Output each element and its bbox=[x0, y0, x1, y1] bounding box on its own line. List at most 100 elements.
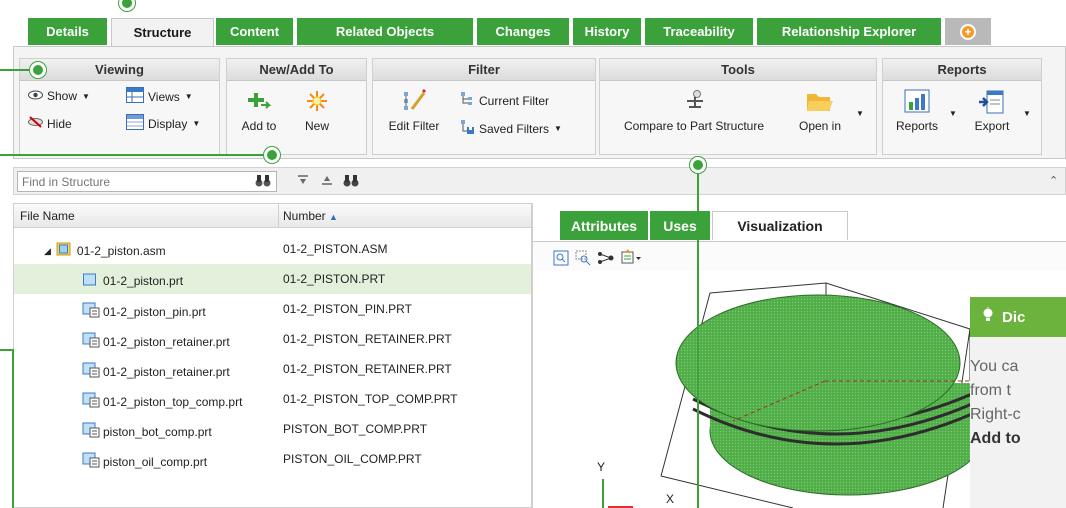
binoculars-icon[interactable] bbox=[255, 173, 271, 191]
viewing-group: Viewing Show ▼ Hide Views ▼ Display ▼ bbox=[19, 58, 220, 155]
group-title: Filter bbox=[373, 59, 595, 81]
views-button[interactable]: Views ▼ bbox=[126, 87, 193, 106]
table-row[interactable]: 01-2_piston_retainer.prt 01-2_PISTON_RET… bbox=[14, 354, 531, 384]
tab-label: History bbox=[584, 24, 630, 39]
part-icon bbox=[82, 272, 103, 290]
column-header-number[interactable]: Number ▲ bbox=[283, 209, 338, 223]
chevron-down-icon[interactable]: ▼ bbox=[949, 109, 957, 118]
compare-label: Compare to Part Structure bbox=[623, 119, 765, 133]
part-document-icon bbox=[82, 362, 103, 381]
row-name: 01-2_piston_retainer.prt bbox=[82, 362, 230, 381]
axis-x-label: X bbox=[666, 492, 674, 506]
table-row[interactable]: piston_bot_comp.prt PISTON_BOT_COMP.PRT bbox=[14, 414, 531, 444]
did-you-know-card: Dic You ca from t Right-c Add to bbox=[970, 297, 1066, 508]
new-button[interactable]: New bbox=[297, 89, 337, 133]
export-button[interactable]: Export bbox=[967, 89, 1017, 133]
chevron-down-icon: ▼ bbox=[554, 124, 562, 133]
callout-dot bbox=[264, 147, 280, 163]
table-row[interactable]: ◢ 01-2_piston.asm 01-2_PISTON.ASM bbox=[14, 234, 531, 264]
tip-title: Dic bbox=[1002, 308, 1026, 326]
edit-filter-icon bbox=[381, 88, 447, 113]
tab-relationship-explorer[interactable]: Relationship Explorer bbox=[757, 18, 943, 45]
bar-chart-icon bbox=[891, 89, 943, 113]
tab-attributes[interactable]: Attributes bbox=[560, 211, 648, 240]
eye-hidden-icon bbox=[28, 116, 43, 131]
collapse-up-icon[interactable]: ⌃ bbox=[1049, 174, 1058, 187]
filter-down-icon[interactable] bbox=[297, 174, 309, 189]
tab-visualization[interactable]: Visualization bbox=[712, 211, 848, 240]
column-header-file-name[interactable]: File Name bbox=[20, 209, 75, 223]
eye-icon bbox=[28, 89, 43, 103]
tree-header: File Name Number ▲ bbox=[14, 204, 531, 228]
group-title: Viewing bbox=[20, 59, 219, 81]
zoom-window-icon[interactable] bbox=[575, 250, 591, 269]
tip-line-bold: Add to bbox=[970, 430, 1021, 447]
tab-content[interactable]: Content bbox=[216, 18, 295, 45]
view-options-icon[interactable] bbox=[621, 249, 643, 268]
file-number: 01-2_PISTON_PIN.PRT bbox=[283, 302, 412, 316]
export-label: Export bbox=[974, 119, 1010, 133]
filter-up-icon[interactable] bbox=[321, 174, 333, 189]
table-row[interactable]: 01-2_piston_pin.prt 01-2_PISTON_PIN.PRT bbox=[14, 294, 531, 324]
hide-button[interactable]: Hide bbox=[28, 116, 72, 131]
ribbon-toolbar: Viewing Show ▼ Hide Views ▼ Display ▼ New/A… bbox=[13, 46, 1066, 159]
tab-traceability[interactable]: Traceability bbox=[645, 18, 755, 45]
views-label: Views bbox=[148, 89, 180, 104]
file-name: 01-2_piston.prt bbox=[103, 274, 184, 288]
compare-to-part-structure-button[interactable]: Compare to Part Structure bbox=[606, 89, 782, 133]
structure-tree-panel: File Name Number ▲ ◢ 01-2_piston.asm 01-… bbox=[13, 203, 532, 508]
table-row[interactable]: 01-2_piston_retainer.prt 01-2_PISTON_RET… bbox=[14, 324, 531, 354]
display-label: Display bbox=[148, 116, 188, 131]
reports-group: Reports Reports ▼ Export ▼ bbox=[882, 58, 1042, 155]
plus-icon: + bbox=[960, 23, 976, 40]
reports-button[interactable]: Reports bbox=[891, 89, 943, 133]
table-row[interactable]: piston_oil_comp.prt PISTON_OIL_COMP.PRT bbox=[14, 444, 531, 474]
tab-details[interactable]: Details bbox=[28, 18, 109, 45]
callout-line bbox=[12, 349, 14, 508]
part-document-icon bbox=[82, 422, 103, 441]
saved-filters-button[interactable]: Saved Filters ▼ bbox=[459, 119, 562, 138]
file-name: 01-2_piston_retainer.prt bbox=[103, 364, 230, 379]
hide-label: Hide bbox=[47, 116, 72, 131]
tab-label: Content bbox=[229, 24, 280, 39]
tab-label: Structure bbox=[133, 25, 192, 40]
display-button[interactable]: Display ▼ bbox=[126, 114, 200, 133]
add-to-button[interactable]: Add to bbox=[235, 89, 283, 133]
tab-label: Related Objects bbox=[335, 24, 435, 39]
file-number: 01-2_PISTON_RETAINER.PRT bbox=[283, 362, 452, 376]
tab-changes[interactable]: Changes bbox=[477, 18, 571, 45]
current-filter-button[interactable]: Current Filter bbox=[459, 91, 549, 110]
collapse-triangle-icon[interactable]: ◢ bbox=[44, 246, 51, 257]
chevron-down-icon[interactable]: ▼ bbox=[856, 109, 864, 118]
edit-filter-button[interactable]: Edit Filter bbox=[381, 88, 447, 133]
find-all-binoculars-icon[interactable] bbox=[342, 172, 360, 191]
tab-history[interactable]: History bbox=[573, 18, 643, 45]
add-tab-button[interactable]: + bbox=[945, 18, 993, 45]
zoom-fit-icon[interactable] bbox=[553, 250, 569, 269]
tab-label: Visualization bbox=[737, 218, 823, 234]
tab-structure[interactable]: Structure bbox=[111, 18, 214, 46]
find-in-structure-input[interactable] bbox=[17, 171, 277, 192]
structure-graph-icon[interactable] bbox=[597, 250, 615, 269]
callout-dot bbox=[690, 157, 706, 173]
chevron-down-icon: ▼ bbox=[184, 92, 193, 101]
chevron-down-icon[interactable]: ▼ bbox=[1023, 109, 1031, 118]
sort-ascending-icon: ▲ bbox=[329, 212, 338, 222]
show-button[interactable]: Show ▼ bbox=[28, 89, 90, 103]
open-in-button[interactable]: Open in bbox=[790, 89, 850, 133]
tab-label: Relationship Explorer bbox=[781, 24, 917, 39]
file-name: 01-2_piston.asm bbox=[76, 244, 166, 258]
table-row[interactable]: 01-2_piston.prt 01-2_PISTON.PRT bbox=[14, 264, 531, 294]
tab-related-objects[interactable]: Related Objects bbox=[297, 18, 475, 45]
table-row[interactable]: 01-2_piston_top_comp.prt 01-2_PISTON_TOP… bbox=[14, 384, 531, 414]
tip-line: You ca bbox=[970, 358, 1019, 375]
lightbulb-icon bbox=[982, 307, 994, 327]
display-table-icon bbox=[126, 114, 144, 133]
tab-uses[interactable]: Uses bbox=[650, 211, 710, 240]
visualization-toolbar bbox=[533, 241, 1066, 271]
group-title: New/Add To bbox=[227, 59, 366, 81]
row-name: ◢ 01-2_piston.asm bbox=[44, 242, 166, 260]
file-name: piston_bot_comp.prt bbox=[103, 424, 212, 439]
add-to-label: Add to bbox=[241, 119, 277, 133]
object-tab-bar: Details Structure Content Related Object… bbox=[28, 18, 1066, 46]
